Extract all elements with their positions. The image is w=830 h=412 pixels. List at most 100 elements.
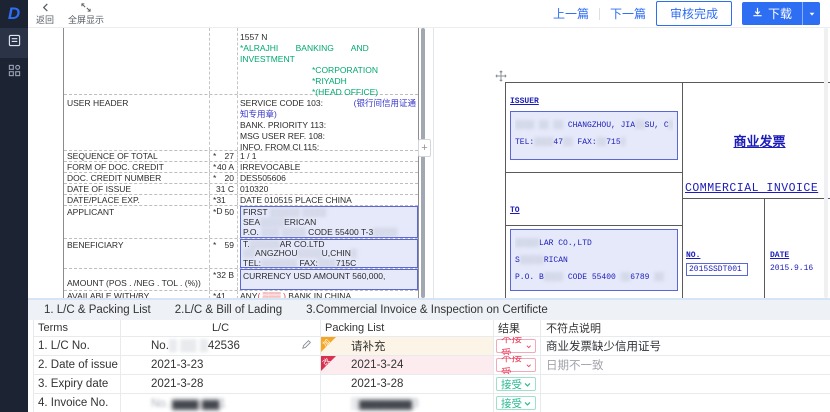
packing-list-value: ▒▆▆▆▆▆▆3	[351, 396, 419, 410]
result-select[interactable]: 不接受	[496, 339, 536, 353]
to-line: P.O. B▒▒▒▒ CODE 55400 ▒▒6789 ▒▒	[515, 269, 673, 286]
term-cell: 4. Invoice No.	[33, 394, 120, 412]
to-highlight-box: ▒▒▒▒▒LAR CO.,LTD S▒▒▒▒▒RICAN P.O. B▒▒▒▒ …	[510, 229, 678, 291]
badge-add: 加	[321, 337, 336, 352]
swift-field-label: DATE/PLACE EXP.	[64, 195, 209, 205]
document-icon	[8, 34, 21, 52]
swift-tag: 41 D	[216, 291, 234, 298]
comparison-tabbar: 1. L/C & Packing List 2.L/C & Bill of La…	[28, 300, 830, 320]
result-select[interactable]: 不接受	[496, 358, 536, 372]
term-cell: 2. Date of issue	[33, 356, 120, 374]
swift-field-value: DATE 010515 PLACE CHINA	[237, 195, 418, 205]
comparison-panel: 1. L/C & Packing List 2.L/C & Bill of La…	[28, 298, 830, 412]
lc-cell: No. ▆▆▆ ▆▆1	[120, 394, 320, 412]
issuer-label: ISSUER	[510, 97, 678, 106]
back-label: 返回	[36, 15, 54, 25]
back-chevron-icon	[41, 3, 50, 15]
packing-list-cell: 2021-3-28	[320, 375, 493, 393]
download-label: 下载	[768, 5, 792, 22]
chevron-down-icon	[524, 400, 531, 407]
swift-star: *	[213, 151, 216, 161]
term-cell: 3. Expiry date	[33, 375, 120, 393]
chevron-down-icon	[524, 381, 531, 388]
issuer-highlight-box: ▒▒▒▒ ▒▒ ▒▒ CHANGZHOU, JIA▒▒SU, C▒NA TEL:…	[510, 111, 678, 160]
lc-cell: 2021-3-23	[120, 356, 320, 374]
right-pane-scrollbar[interactable]	[824, 28, 828, 298]
swift-field-label: APPLICANT	[64, 206, 209, 238]
left-pane-scrollbar[interactable]	[421, 28, 425, 298]
swift-star: *	[213, 207, 216, 238]
result-cell: 接受	[493, 394, 540, 412]
sidebar-item-apps[interactable]	[0, 58, 28, 88]
prev-article-link[interactable]: 上一篇	[553, 5, 589, 22]
download-button[interactable]: 下载	[742, 2, 802, 25]
swift-star: *	[213, 162, 216, 172]
discrepancy-cell[interactable]: 商业发票缺少信用证号	[540, 337, 830, 355]
swift-field-label: DOC. CREDIT NUMBER	[64, 173, 209, 183]
discrepancy-cell[interactable]	[540, 375, 830, 393]
caret-down-icon	[808, 5, 816, 23]
commercial-invoice: ISSUER ▒▒▒▒ ▒▒ ▒▒ CHANGZHOU, JIA▒▒SU, C▒…	[505, 82, 830, 298]
comparison-table: Terms L/C Packing List 结果 不符点说明 1. L/C N…	[33, 320, 830, 412]
topbar: 返回 全屏显示 上一篇 下一篇 审核完成	[28, 0, 830, 28]
swift-applicant-row: APPLICANT *50 FIRST ▒▒▒▒▒ ▒▒▒▒ SEA▒▒▒▒ER…	[64, 205, 418, 238]
col-packing-list: Packing List	[320, 320, 493, 336]
table-row: 1. L/C No. No.▒ ▒▒ ▒42536 加 请补充 不接受	[33, 337, 830, 356]
sidebar-item-documents[interactable]	[0, 28, 28, 58]
swift-row: DATE/PLACE EXP. *31 D DATE 010515 PLACE …	[64, 194, 418, 205]
result-cell: 不接受	[493, 356, 540, 374]
app-logo: D	[0, 0, 28, 28]
next-article-link[interactable]: 下一篇	[610, 5, 646, 22]
bank-stamp-text2: 知专用章)	[240, 109, 418, 120]
table-row: 4. Invoice No. No. ▆▆▆ ▆▆1 ▒▆▆▆▆▆▆3 接受	[33, 394, 830, 412]
table-row: 2. Date of issue 2021-3-23 改 2021-3-24 不…	[33, 356, 830, 375]
swift-amount-row: AMOUNT (POS . /NEG . TOL . (%)) *32 B CU…	[64, 268, 418, 290]
swift-tag: 32 B	[217, 270, 235, 290]
fullscreen-button[interactable]: 全屏显示	[68, 3, 104, 25]
swift-tag: 31 D	[216, 195, 234, 205]
discrepancy-cell[interactable]: 日期不一致	[540, 356, 830, 374]
bank-priority-line: BANK. PRIORITY 113:	[240, 120, 418, 131]
chevron-down-icon	[526, 343, 531, 350]
packing-list-value: 2021-3-24	[351, 359, 403, 371]
swift-field-label: BENEFICIARY	[64, 239, 209, 268]
swift-green-line: *ALRAJHI BANKING AND	[240, 43, 418, 54]
back-button[interactable]: 返回	[36, 3, 54, 25]
amount-highlight-box: CURRENCY USD AMOUNT 560,000,	[240, 269, 418, 290]
fullscreen-label: 全屏显示	[68, 15, 104, 25]
invoice-document-pane[interactable]: ISSUER ▒▒▒▒ ▒▒ ▒▒ CHANGZHOU, JIA▒▒SU, C▒…	[434, 28, 830, 298]
tab-lc-packing-list[interactable]: 1. L/C & Packing List	[44, 304, 151, 316]
result-select[interactable]: 接受	[496, 377, 536, 391]
swift-row: DATE OF ISSUE 31 C 010320	[64, 183, 418, 194]
swift-green-line: *RIYADH	[312, 76, 418, 87]
review-complete-button[interactable]: 审核完成	[656, 1, 732, 26]
swift-tag: 40 A	[217, 162, 234, 172]
grid-icon	[8, 64, 21, 82]
to-line: ▒▒▒▒▒LAR CO.,LTD	[515, 235, 673, 252]
applicant-line: SEA▒▒▒▒ERICAN	[243, 217, 415, 227]
swift-header-section: 1557 N *ALRAJHI BANKING AND INVESTMENT *…	[64, 28, 418, 94]
tab-invoice-inspection[interactable]: 3.Commercial Invoice & Inspection on Cer…	[306, 304, 548, 316]
result-value: 接受	[501, 377, 522, 392]
tab-lc-bill-of-lading[interactable]: 2.L/C & Bill of Lading	[175, 304, 282, 316]
col-lc: L/C	[120, 320, 320, 336]
download-split-button: 下载	[742, 2, 820, 25]
document-viewer: 1557 N *ALRAJHI BANKING AND INVESTMENT *…	[28, 28, 830, 298]
swift-row: FORM OF DOC. CREDIT *40 A IRREVOCABLE	[64, 161, 418, 172]
packing-list-value: 请补充	[351, 338, 386, 354]
issuer-line: TEL:▒▒▒▒47▒▒ FAX:▒▒715▒	[515, 134, 673, 151]
download-icon	[752, 7, 763, 21]
applicant-line: FIRST ▒▒▒▒▒ ▒▒▒▒	[243, 207, 415, 217]
pane-expand-handle[interactable]: +	[418, 139, 431, 157]
invoice-no-box: 2015SSDT001	[686, 263, 748, 276]
edit-icon[interactable]	[301, 339, 312, 353]
issuer-line: ▒▒▒▒ ▒▒ ▒▒ CHANGZHOU, JIA▒▒SU, C▒NA	[515, 117, 673, 134]
lc-document-pane[interactable]: 1557 N *ALRAJHI BANKING AND INVESTMENT *…	[28, 28, 432, 298]
download-dropdown-button[interactable]	[802, 2, 820, 25]
msg-user-ref-line: MSG USER REF. 108:	[240, 131, 418, 142]
result-select[interactable]: 接受	[496, 396, 536, 410]
swift-star: *	[213, 240, 216, 268]
swift-field-label: AVAILABLE WITH/BY	[64, 291, 209, 298]
applicant-highlight-box: FIRST ▒▒▒▒▒ ▒▒▒▒ SEA▒▒▒▒ERICAN P.O. ▒▒▒ …	[240, 206, 418, 238]
discrepancy-cell[interactable]	[540, 394, 830, 412]
